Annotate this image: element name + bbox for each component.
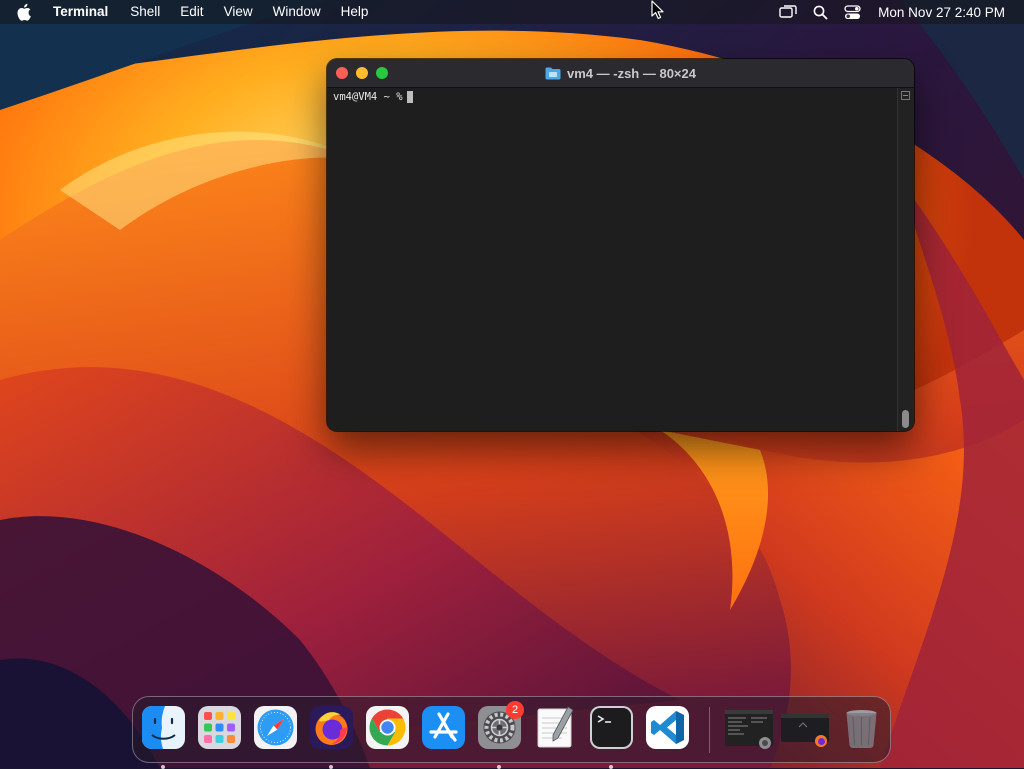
folder-icon xyxy=(545,67,561,79)
dock-firefox[interactable] xyxy=(309,705,354,769)
terminal-content[interactable]: vm4@VM4 ~ % xyxy=(327,88,898,431)
dock: 2 xyxy=(132,696,891,769)
finder-running-indicator xyxy=(161,765,165,769)
dock-finder[interactable] xyxy=(141,705,186,769)
vscode-icon xyxy=(646,706,689,749)
zoom-button[interactable] xyxy=(376,67,388,79)
dock-minimized-window-2[interactable] xyxy=(779,705,831,750)
dock-textedit[interactable] xyxy=(533,705,578,750)
dock-safari[interactable] xyxy=(253,705,298,750)
safari-icon xyxy=(254,706,297,749)
trash-icon xyxy=(846,710,877,748)
terminal-running-indicator xyxy=(609,765,613,769)
menu-bar: Terminal Shell Edit View Window Help Mon… xyxy=(0,0,1024,24)
dock-system-settings[interactable]: 2 xyxy=(477,701,524,769)
app-store-icon xyxy=(422,706,465,749)
menu-app-name[interactable]: Terminal xyxy=(53,0,120,24)
split-pane-icon[interactable] xyxy=(901,91,910,100)
dock-app-store[interactable] xyxy=(421,705,466,750)
minimize-button[interactable] xyxy=(356,67,368,79)
control-center-icon[interactable] xyxy=(843,3,861,21)
chrome-icon xyxy=(366,706,409,749)
notification-badge: 2 xyxy=(506,701,524,719)
dock-launchpad[interactable] xyxy=(197,705,242,750)
menu-view[interactable]: View xyxy=(214,0,263,24)
launchpad-icon xyxy=(198,706,241,749)
shell-prompt: vm4@VM4 ~ % xyxy=(333,91,403,103)
dock-trash[interactable] xyxy=(839,705,884,750)
window-thumbnail-icon xyxy=(725,710,773,749)
apple-menu-icon[interactable] xyxy=(17,3,35,21)
vertical-scrollbar[interactable] xyxy=(897,88,914,431)
screen-mirroring-icon[interactable] xyxy=(779,3,797,21)
mouse-pointer-icon xyxy=(651,0,664,19)
window-thumbnail-icon xyxy=(781,714,829,747)
firefox-icon xyxy=(310,706,353,749)
text-cursor xyxy=(406,91,413,103)
search-icon[interactable] xyxy=(811,3,829,21)
dock-chrome[interactable] xyxy=(365,705,410,750)
finder-icon xyxy=(142,706,185,749)
textedit-icon xyxy=(537,706,574,748)
menu-window[interactable]: Window xyxy=(263,0,331,24)
window-titlebar[interactable]: vm4 — -zsh — 80×24 xyxy=(327,59,914,88)
menu-shell[interactable]: Shell xyxy=(120,0,170,24)
system-settings-running-indicator xyxy=(497,765,501,769)
terminal-window[interactable]: vm4 — -zsh — 80×24 vm4@VM4 ~ % xyxy=(327,59,914,431)
window-title: vm4 — -zsh — 80×24 xyxy=(567,65,696,81)
menu-help[interactable]: Help xyxy=(331,0,379,24)
dock-vscode[interactable] xyxy=(645,705,690,750)
menu-edit[interactable]: Edit xyxy=(170,0,213,24)
close-button[interactable] xyxy=(336,67,348,79)
menu-bar-clock[interactable]: Mon Nov 27 2:40 PM xyxy=(878,5,1005,20)
dock-separator xyxy=(709,707,710,753)
dock-terminal[interactable] xyxy=(589,705,634,769)
terminal-icon xyxy=(590,706,633,749)
dock-minimized-window-1[interactable] xyxy=(723,705,775,750)
firefox-running-indicator xyxy=(329,765,333,769)
scroll-thumb[interactable] xyxy=(902,410,909,428)
